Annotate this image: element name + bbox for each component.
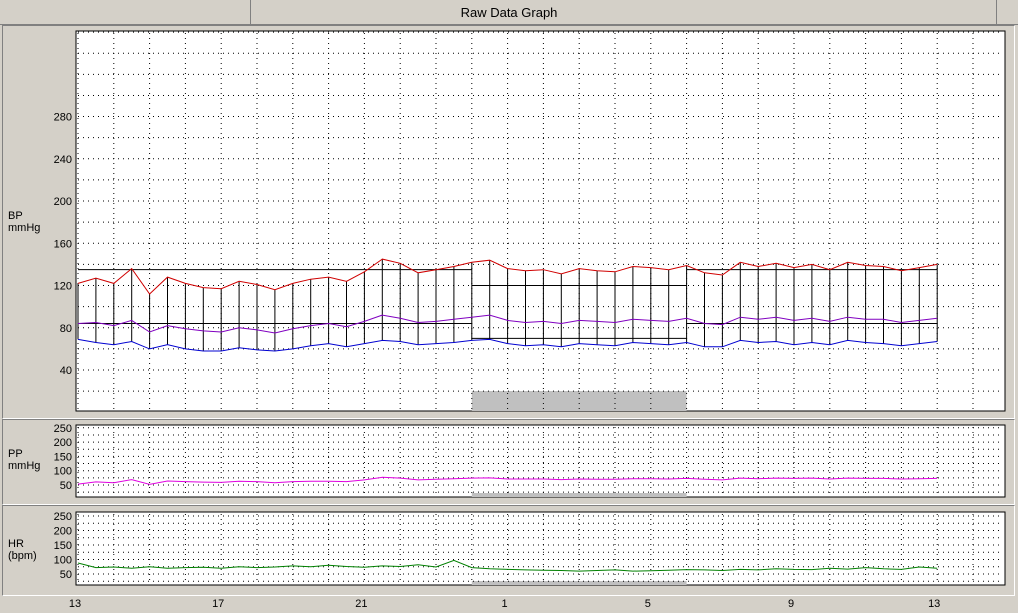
hr-shaded-period [471, 581, 687, 585]
pp-ytick-label: 100 [54, 466, 72, 478]
hr-ytick-label: 250 [54, 511, 72, 523]
pp-ytick-label: 150 [54, 451, 72, 463]
x-tick-label: 13 [69, 598, 81, 610]
hr-ytick-label: 50 [60, 569, 72, 581]
x-tick-label: 9 [788, 598, 794, 610]
bp-ytick-label: 280 [54, 112, 72, 124]
bp-ytick-label: 120 [54, 281, 72, 293]
x-tick-label: 17 [212, 598, 224, 610]
x-tick-label: 21 [355, 598, 367, 610]
pp-ytick-label: 50 [60, 480, 72, 492]
hr-ytick-label: 150 [54, 540, 72, 552]
x-tick-label: 1 [502, 598, 508, 610]
x-tick-label: 13 [928, 598, 940, 610]
bp-ytick-label: 40 [60, 365, 72, 377]
bp-ytick-label: 240 [54, 154, 72, 166]
bp-ytick-label: 200 [54, 196, 72, 208]
pp-plot-area [75, 424, 1006, 498]
x-tick-label: 5 [645, 598, 651, 610]
pp-ytick-label: 200 [54, 437, 72, 449]
pp-shaded-period [471, 493, 687, 497]
bp-ytick-label: 80 [60, 323, 72, 335]
raw-data-chart: 4080120160200240280501001502002505010015… [54, 30, 1006, 610]
bp-ytick-label: 160 [54, 238, 72, 250]
hr-ytick-label: 100 [54, 555, 72, 567]
hr-ytick-label: 200 [54, 526, 72, 538]
pp-ytick-label: 250 [54, 423, 72, 435]
